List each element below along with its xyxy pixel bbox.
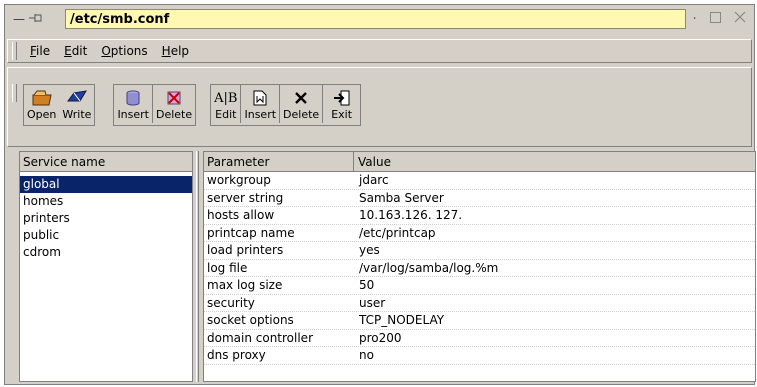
- service-item-public[interactable]: public: [20, 227, 192, 244]
- service-column-header[interactable]: Service name: [20, 152, 192, 172]
- exit-icon: [333, 88, 351, 108]
- menu-file[interactable]: File: [23, 44, 57, 58]
- dot-icon[interactable]: ·: [692, 11, 696, 27]
- table-row[interactable]: max log size 50: [204, 277, 755, 295]
- write-button[interactable]: Write: [59, 85, 94, 123]
- table-row[interactable]: socket options TCP_NODELAY: [204, 312, 755, 330]
- maximize-icon[interactable]: [709, 11, 721, 27]
- parameter-table-header: Parameter Value: [204, 152, 755, 172]
- value-column-header[interactable]: Value: [354, 152, 755, 171]
- document-icon: [253, 88, 267, 108]
- table-row[interactable]: workgroup jdarc: [204, 172, 755, 190]
- table-row[interactable]: log file/var/log/samba/log.%m: [204, 260, 755, 277]
- menu-help[interactable]: Help: [155, 44, 196, 58]
- pin-icon[interactable]: [29, 12, 43, 26]
- delete-service-button[interactable]: Delete: [152, 85, 195, 123]
- text-edit-icon: A|B: [214, 90, 238, 106]
- menubar-grip[interactable]: [12, 42, 17, 60]
- panel-splitter[interactable]: [196, 151, 199, 382]
- table-row[interactable]: domain controller pro200: [204, 330, 755, 347]
- toolbar-param-group: A|B Edit Insert Delete Exit: [210, 84, 362, 126]
- app-window: — /etc/smb.conf · File Edit Options Help: [4, 4, 756, 385]
- table-row[interactable]: hosts allow 10.163.126. 127.: [204, 207, 755, 225]
- toolbar-grip[interactable]: [12, 84, 17, 102]
- parameter-column-header[interactable]: Parameter: [204, 152, 354, 171]
- toolbar-service-group: Insert Delete: [113, 84, 197, 126]
- service-item-homes[interactable]: homes: [20, 193, 192, 210]
- insert-param-button[interactable]: Insert: [240, 85, 279, 123]
- service-item-cdrom[interactable]: cdrom: [20, 244, 192, 261]
- open-button[interactable]: Open: [24, 85, 59, 123]
- close-icon[interactable]: [734, 11, 746, 27]
- delete-x-icon: [166, 88, 182, 108]
- service-item-printers[interactable]: printers: [20, 210, 192, 227]
- parameter-table: Parameter Value workgroup jdarc server st…: [203, 151, 756, 382]
- window-title: /etc/smb.conf: [65, 9, 686, 29]
- parameter-rows: workgroup jdarc server string Samba Server…: [204, 172, 755, 365]
- toolbar-file-group: Open Write: [23, 84, 96, 126]
- main-area: Service name global homes printers publi…: [7, 151, 756, 382]
- title-bar: — /etc/smb.conf ·: [7, 8, 752, 30]
- service-list: global homes printers public cdrom: [20, 176, 192, 261]
- table-row[interactable]: server string Samba Server: [204, 190, 755, 207]
- delete-param-button[interactable]: Delete: [279, 85, 322, 123]
- close-x-icon: [295, 88, 307, 108]
- table-row[interactable]: load printers yes: [204, 242, 755, 260]
- table-row[interactable]: dns proxy no: [204, 347, 755, 365]
- service-item-global[interactable]: global: [20, 176, 192, 193]
- insert-service-button[interactable]: Insert: [114, 85, 152, 123]
- table-row[interactable]: security user: [204, 295, 755, 312]
- minimize-dash-icon[interactable]: —: [13, 12, 25, 26]
- menu-bar: File Edit Options Help: [7, 39, 752, 63]
- exit-button[interactable]: Exit: [322, 85, 360, 123]
- edit-param-button[interactable]: A|B Edit: [211, 85, 240, 123]
- menu-edit[interactable]: Edit: [57, 44, 94, 58]
- cylinder-icon: [126, 88, 140, 108]
- open-icon: [31, 88, 53, 108]
- write-icon: [66, 88, 88, 108]
- toolbar: Open Write Insert Delete A|B Edit Insert…: [7, 67, 752, 147]
- service-list-panel: Service name global homes printers publi…: [19, 151, 193, 382]
- menu-options[interactable]: Options: [94, 44, 154, 58]
- table-row[interactable]: printcap name/etc/printcap: [204, 225, 755, 242]
